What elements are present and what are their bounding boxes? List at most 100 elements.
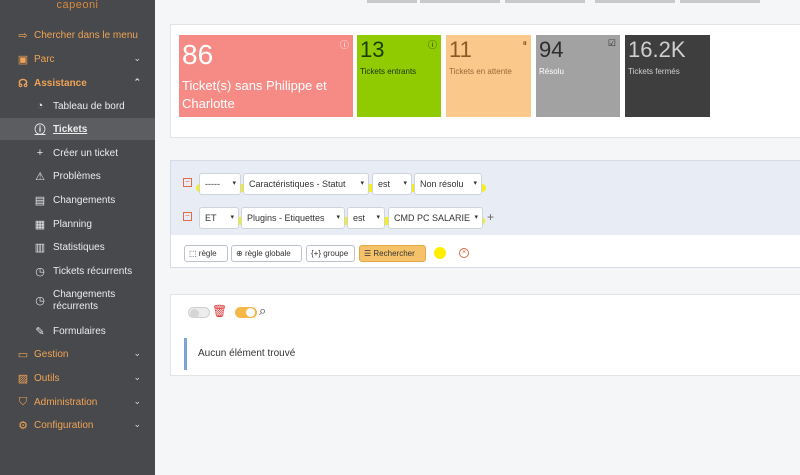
sidebar-item-forms-label: Formulaires (53, 325, 106, 337)
gauge-icon: ◔ (36, 100, 44, 112)
stat-tile-incoming[interactable]: 13 Tickets entrants ⓘ (357, 35, 441, 117)
chevron-down-icon: ▾ (230, 214, 234, 221)
sidebar-item-recurrent-changes-label: Changements récurrents (53, 289, 115, 313)
info-icon: ⓘ (339, 40, 349, 50)
field-select[interactable]: Caractéristiques - Statut ▾ (243, 173, 369, 195)
sidebar-item-administration[interactable]: ⛉ Administration ⌄ (0, 391, 155, 413)
add-group-button[interactable]: {+} groupe (306, 245, 355, 262)
toolbar-tab[interactable] (367, 0, 417, 3)
sidebar-item-tickets[interactable]: ⓘ Tickets (0, 118, 155, 140)
search-icon[interactable]: ⌕ (259, 303, 266, 319)
chevron-down-icon: ⌄ (133, 53, 141, 63)
stat-value: 16.2K (628, 37, 686, 62)
stat-tile-resolved[interactable]: 94 Résolu ☑ (536, 35, 620, 117)
sidebar-item-forms[interactable]: ✎ Formulaires (0, 320, 155, 342)
value-select-value: CMD PC SALARIE (394, 213, 471, 223)
filter-criteria-zone: − ----- ▾ Caractéristiques - Statut ▾ es… (171, 161, 800, 235)
sidebar-item-recurrent-tickets[interactable]: ◷ Tickets récurrents (0, 260, 155, 282)
reset-search-icon[interactable]: × (459, 248, 469, 258)
sidebar-item-configuration[interactable]: ⚙ Configuration ⌄ (0, 414, 155, 436)
display-toggle[interactable] (235, 307, 257, 318)
remove-criteria-icon[interactable]: − (183, 212, 192, 221)
toolbar-tab[interactable] (505, 0, 585, 3)
add-value-icon[interactable]: + (487, 210, 494, 224)
add-global-rule-label: règle globale (244, 249, 291, 258)
add-rule-label: règle (198, 249, 217, 258)
sidebar-item-changes-label: Changements (53, 194, 116, 206)
alarm-clock-icon: ◷ (35, 295, 45, 307)
checkbox-icon: ☑ (607, 38, 616, 48)
value-select[interactable]: CMD PC SALARIE ▾ (388, 207, 483, 229)
alert-circle-icon: ⓘ (34, 124, 46, 136)
stat-tile-closed[interactable]: 16.2K Tickets fermés (625, 35, 710, 117)
sidebar-item-create-ticket[interactable]: + Créer un ticket (0, 142, 155, 164)
stat-value: 11 (449, 37, 472, 62)
plus-icon: + (36, 147, 44, 159)
toggle-knob (190, 309, 199, 318)
chevron-down-icon: ▾ (474, 214, 478, 221)
stat-value: 86 (182, 39, 214, 70)
sidebar-item-parc[interactable]: ▣ Parc ⌄ (0, 48, 155, 70)
operator-select[interactable]: est ▾ (372, 173, 412, 195)
link-select[interactable]: ET ▾ (199, 207, 239, 229)
chevron-down-icon: ⌄ (133, 372, 141, 382)
stat-tile-without-philippe-charlotte[interactable]: 86 Ticket(s) sans Philippe et Charlotte … (179, 35, 353, 117)
sidebar-item-outils[interactable]: ▨ Outils ⌄ (0, 367, 155, 389)
add-rule-button[interactable]: ⬚ règle (184, 245, 228, 262)
field-select[interactable]: Plugins - Etiquettes ▾ (241, 207, 345, 229)
recurrent-changes-line1: Changements (53, 289, 116, 300)
select-all-toggle[interactable] (188, 307, 210, 318)
sidebar-item-assistance[interactable]: ☊ Assistance ⌃ (0, 72, 155, 94)
menu-search[interactable]: ⇨ Chercher dans le menu (0, 24, 155, 46)
stat-label: Ticket(s) sans Philippe et Charlotte (182, 78, 327, 111)
yellow-highlight-mark (434, 247, 446, 259)
chart-icon: ▥ (34, 241, 46, 254)
top-toolbar (155, 0, 800, 16)
warning-icon: ⚠ (35, 170, 45, 183)
stat-value: 94 (539, 37, 564, 62)
search-button[interactable]: ☰ Rechercher (359, 245, 426, 262)
wallet-icon: ▭ (17, 348, 29, 361)
stats-card: 86 Ticket(s) sans Philippe et Charlotte … (170, 24, 800, 138)
criteria-row: − ET ▾ Plugins - Etiquettes ▾ est ▾ CMD … (171, 207, 800, 229)
info-icon: ⓘ (427, 40, 437, 50)
sidebar-item-configuration-label: Configuration (34, 419, 94, 431)
sidebar-item-changes[interactable]: ▤ Changements (0, 189, 155, 211)
value-select[interactable]: Non résolu ▾ (414, 173, 482, 195)
add-global-rule-button[interactable]: ⊕ règle globale (231, 245, 302, 262)
sidebar-item-parc-label: Parc (34, 53, 55, 65)
search-arrow-icon: ⇨ (18, 29, 28, 42)
briefcase-icon: ▨ (17, 372, 29, 385)
remove-criteria-icon[interactable]: − (183, 178, 192, 187)
toolbar-tab[interactable] (420, 0, 500, 3)
recurrent-changes-line2: récurrents (53, 301, 99, 312)
sidebar-item-outils-label: Outils (34, 372, 60, 384)
sidebar-item-planning[interactable]: ▦ Planning (0, 213, 155, 235)
stat-tile-pending[interactable]: 11 Tickets en attente ⏸ (446, 35, 531, 117)
sidebar-item-dashboard[interactable]: ◔ Tableau de bord (0, 95, 155, 117)
clock-icon: ◷ (35, 265, 45, 278)
sidebar-item-assistance-label: Assistance (34, 77, 87, 89)
stat-value: 13 (360, 37, 385, 62)
operator-select[interactable]: est ▾ (347, 207, 385, 229)
sidebar-item-recurrent-tickets-label: Tickets récurrents (53, 265, 133, 277)
toolbar-tab[interactable] (680, 0, 760, 3)
operator-select-value: est (378, 179, 391, 189)
sidebar-item-recurrent-changes[interactable]: ◷ Changements récurrents (0, 286, 155, 316)
sidebar-item-stats[interactable]: ▥ Statistiques (0, 236, 155, 258)
link-select-value: ----- (205, 179, 220, 189)
clipboard-icon: ▤ (34, 194, 46, 207)
sidebar-item-administration-label: Administration (34, 396, 98, 408)
chevron-down-icon: ▾ (376, 214, 380, 221)
shield-icon: ⛉ (18, 395, 28, 408)
chevron-down-icon: ⌄ (133, 396, 141, 406)
search-button-label: Rechercher (373, 249, 415, 258)
search-list-icon: ☰ (364, 249, 372, 258)
link-select[interactable]: ----- ▾ (199, 173, 241, 195)
toolbar-tab[interactable] (595, 0, 675, 3)
calendar-icon: ▦ (34, 218, 46, 231)
sidebar-item-gestion[interactable]: ▭ Gestion ⌄ (0, 343, 155, 365)
sidebar-item-problems[interactable]: ⚠ Problèmes (0, 165, 155, 187)
trash-icon[interactable]: 🗑 (212, 304, 227, 318)
stat-label: Tickets fermés (628, 67, 680, 76)
